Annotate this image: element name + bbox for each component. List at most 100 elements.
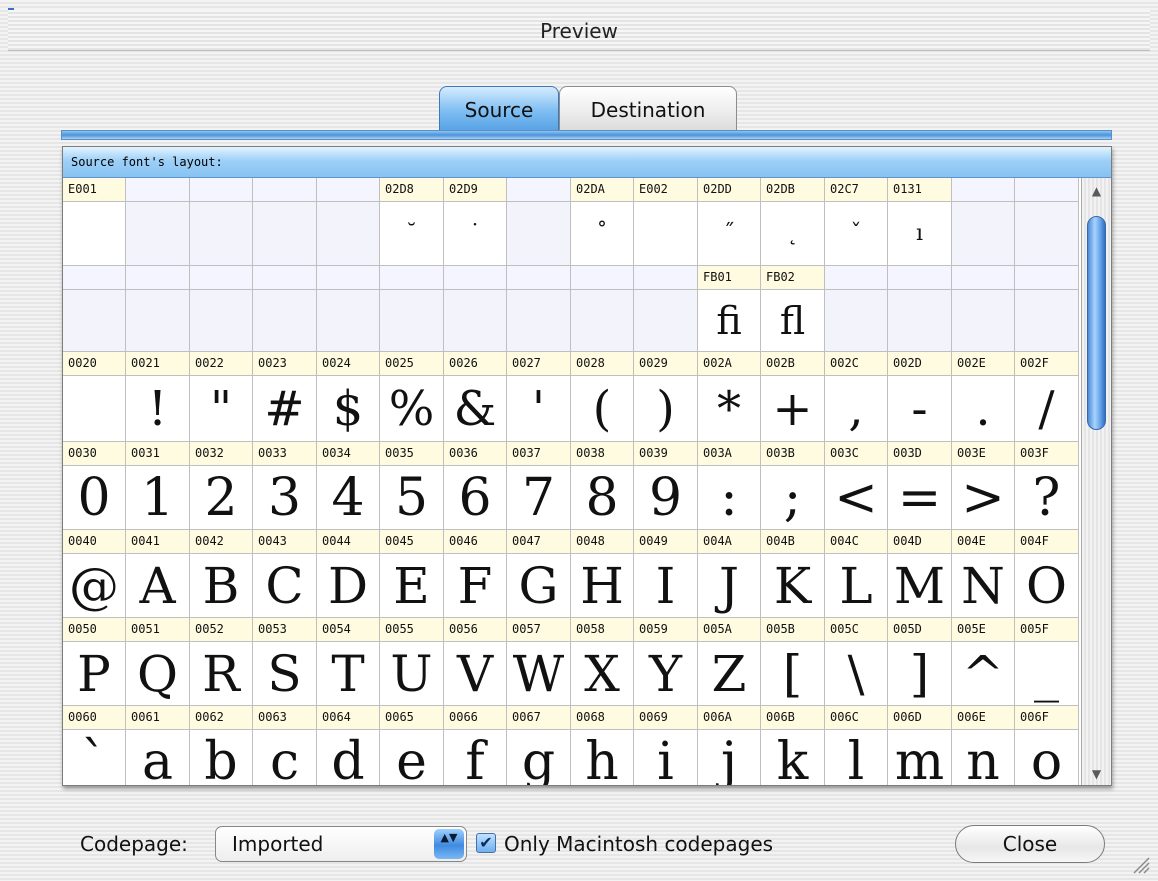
glyph-cell[interactable]: \: [825, 642, 888, 706]
code-cell[interactable]: 0037: [507, 442, 571, 466]
code-cell[interactable]: 0056: [444, 618, 507, 642]
glyph-cell[interactable]: e: [380, 730, 444, 785]
vertical-scrollbar[interactable]: ▲ ▼: [1081, 178, 1111, 785]
glyph-cell[interactable]: C: [253, 554, 317, 618]
code-cell[interactable]: [952, 266, 1015, 290]
code-cell[interactable]: [507, 178, 571, 202]
glyph-cell[interactable]: [507, 290, 571, 352]
glyph-cell[interactable]: T: [317, 642, 380, 706]
glyph-cell[interactable]: <: [825, 466, 888, 530]
code-cell[interactable]: 004A: [698, 530, 761, 554]
glyph-cell[interactable]: @: [63, 554, 126, 618]
code-cell[interactable]: 02D8: [380, 178, 444, 202]
code-cell[interactable]: 0032: [190, 442, 253, 466]
code-cell[interactable]: 0059: [634, 618, 698, 642]
code-cell[interactable]: 0034: [317, 442, 380, 466]
code-cell[interactable]: 006E: [952, 706, 1015, 730]
code-cell[interactable]: 0047: [507, 530, 571, 554]
glyph-cell[interactable]: o: [1015, 730, 1079, 785]
glyph-cell[interactable]: [1015, 202, 1079, 266]
code-cell[interactable]: 0065: [380, 706, 444, 730]
code-cell[interactable]: 0025: [380, 352, 444, 376]
glyph-grid[interactable]: E001 02D8 ˘ 02D9 ˙ 02DA ˚ E002 02DD ˝ 02DB ˛ 02C7 ˇ 01…: [63, 178, 1081, 785]
mac-codepages-label[interactable]: Only Macintosh codepages: [504, 830, 773, 858]
glyph-cell[interactable]: +: [761, 376, 825, 442]
glyph-cell[interactable]: [634, 290, 698, 352]
code-cell[interactable]: 0028: [571, 352, 634, 376]
code-cell[interactable]: 0031: [126, 442, 190, 466]
glyph-cell[interactable]: 9: [634, 466, 698, 530]
code-cell[interactable]: 003F: [1015, 442, 1079, 466]
glyph-cell[interactable]: U: [380, 642, 444, 706]
glyph-cell[interactable]: [825, 290, 888, 352]
glyph-cell[interactable]: E: [380, 554, 444, 618]
glyph-cell[interactable]: O: [1015, 554, 1079, 618]
code-cell[interactable]: 005C: [825, 618, 888, 642]
code-cell[interactable]: [571, 266, 634, 290]
code-cell[interactable]: 0067: [507, 706, 571, 730]
code-cell[interactable]: [317, 178, 380, 202]
glyph-cell[interactable]: l: [825, 730, 888, 785]
glyph-cell[interactable]: G: [507, 554, 571, 618]
code-cell[interactable]: [63, 266, 126, 290]
glyph-cell[interactable]: b: [190, 730, 253, 785]
scroll-thumb[interactable]: [1087, 216, 1106, 430]
glyph-cell[interactable]: [126, 202, 190, 266]
glyph-cell[interactable]: [253, 290, 317, 352]
code-cell[interactable]: 006A: [698, 706, 761, 730]
glyph-cell[interactable]: a: [126, 730, 190, 785]
glyph-cell[interactable]: d: [317, 730, 380, 785]
glyph-cell[interactable]: -: [888, 376, 952, 442]
glyph-cell[interactable]: ': [507, 376, 571, 442]
code-cell[interactable]: [380, 266, 444, 290]
code-cell[interactable]: 0055: [380, 618, 444, 642]
glyph-cell[interactable]: h: [571, 730, 634, 785]
glyph-cell[interactable]: I: [634, 554, 698, 618]
code-cell[interactable]: [190, 178, 253, 202]
glyph-cell[interactable]: ˇ: [825, 202, 888, 266]
code-cell[interactable]: 0042: [190, 530, 253, 554]
glyph-cell[interactable]: Q: [126, 642, 190, 706]
mac-codepages-checkbox[interactable]: ✔: [476, 833, 496, 853]
glyph-cell[interactable]: ı: [888, 202, 952, 266]
code-cell[interactable]: 006F: [1015, 706, 1079, 730]
code-cell[interactable]: [634, 266, 698, 290]
code-cell[interactable]: 005B: [761, 618, 825, 642]
code-cell[interactable]: 0046: [444, 530, 507, 554]
code-cell[interactable]: E001: [63, 178, 126, 202]
code-cell[interactable]: [1015, 178, 1079, 202]
glyph-cell[interactable]: [63, 376, 126, 442]
code-cell[interactable]: 003C: [825, 442, 888, 466]
glyph-cell[interactable]: 8: [571, 466, 634, 530]
code-cell[interactable]: 0036: [444, 442, 507, 466]
glyph-cell[interactable]: Y: [634, 642, 698, 706]
code-cell[interactable]: 0052: [190, 618, 253, 642]
glyph-cell[interactable]: X: [571, 642, 634, 706]
code-cell[interactable]: 0023: [253, 352, 317, 376]
code-cell[interactable]: 0038: [571, 442, 634, 466]
glyph-cell[interactable]: ": [190, 376, 253, 442]
glyph-cell[interactable]: ˛: [761, 202, 825, 266]
glyph-cell[interactable]: V: [444, 642, 507, 706]
code-cell[interactable]: 0033: [253, 442, 317, 466]
code-cell[interactable]: 02DD: [698, 178, 761, 202]
glyph-cell[interactable]: g: [507, 730, 571, 785]
glyph-cell[interactable]: [63, 202, 126, 266]
glyph-cell[interactable]: [444, 290, 507, 352]
glyph-cell[interactable]: &: [444, 376, 507, 442]
glyph-cell[interactable]: K: [761, 554, 825, 618]
glyph-cell[interactable]: (: [571, 376, 634, 442]
code-cell[interactable]: 0027: [507, 352, 571, 376]
code-cell[interactable]: 02DB: [761, 178, 825, 202]
glyph-cell[interactable]: Z: [698, 642, 761, 706]
glyph-cell[interactable]: [190, 290, 253, 352]
glyph-cell[interactable]: n: [952, 730, 1015, 785]
glyph-cell[interactable]: c: [253, 730, 317, 785]
code-cell[interactable]: [507, 266, 571, 290]
glyph-cell[interactable]: _: [1015, 642, 1079, 706]
code-cell[interactable]: 0029: [634, 352, 698, 376]
glyph-cell[interactable]: [: [761, 642, 825, 706]
glyph-cell[interactable]: L: [825, 554, 888, 618]
glyph-cell[interactable]: [888, 290, 952, 352]
code-cell[interactable]: 0035: [380, 442, 444, 466]
